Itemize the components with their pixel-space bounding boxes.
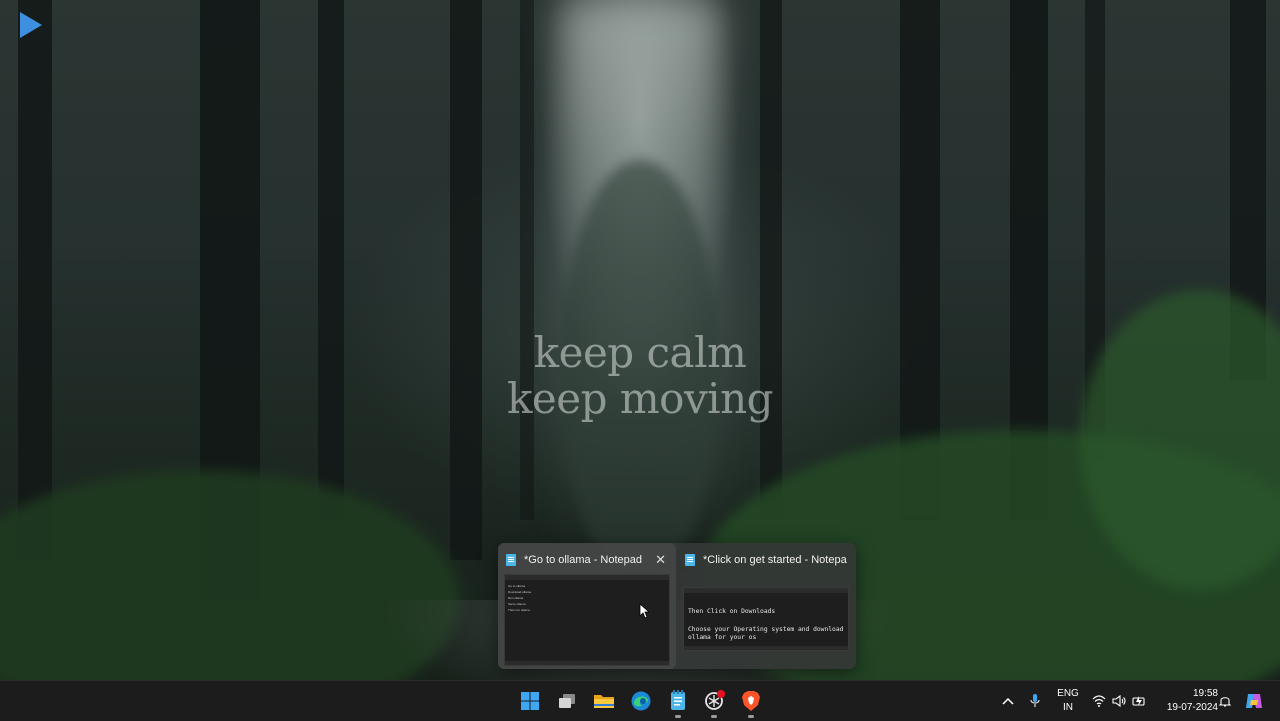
chatgpt-button[interactable] bbox=[700, 687, 728, 718]
quote-line-1: keep calm bbox=[533, 328, 747, 377]
taskbar-preview-popup: *Go to ollama - Notepad ✕ Go to ollama D… bbox=[498, 543, 856, 669]
close-icon[interactable]: ✕ bbox=[655, 552, 666, 568]
window-thumbnail: Go to ollama Download ollama Run ollama … bbox=[504, 574, 670, 666]
file-explorer-button[interactable] bbox=[590, 687, 618, 715]
task-view-button[interactable] bbox=[553, 687, 581, 715]
thumbnail-line: Then run ollama bbox=[508, 608, 530, 612]
wifi-icon bbox=[1092, 695, 1106, 707]
notification-bell-icon bbox=[1219, 696, 1231, 707]
task-view-icon bbox=[559, 694, 575, 708]
thumbnail-line: Then Click on Downloads bbox=[688, 608, 776, 615]
notepad-button[interactable] bbox=[664, 687, 692, 718]
quote-line-2: keep moving bbox=[506, 374, 774, 423]
thumbnail-line: Choose your Operating system and downloa… bbox=[688, 626, 844, 633]
tree-trunk bbox=[520, 0, 534, 520]
wallpaper-quote: keep calm keep moving bbox=[440, 330, 840, 422]
battery-charging-icon bbox=[1132, 696, 1145, 706]
tree-trunk bbox=[18, 0, 52, 560]
chevron-up-icon bbox=[1002, 697, 1014, 705]
show-hidden-icons-button[interactable] bbox=[1000, 681, 1016, 721]
preview-header: *Go to ollama - Notepad ✕ bbox=[506, 552, 668, 568]
thumbnail-tabbar bbox=[684, 588, 848, 593]
preview-title: *Click on get started - Notepad bbox=[703, 554, 847, 566]
notepad-icon bbox=[506, 554, 516, 566]
folder-icon bbox=[594, 695, 614, 708]
play-icon[interactable] bbox=[20, 12, 42, 38]
running-indicator bbox=[711, 715, 717, 718]
copilot-icon bbox=[1246, 694, 1262, 708]
preview-title: *Go to ollama - Notepad bbox=[524, 554, 643, 566]
openai-icon bbox=[705, 690, 725, 710]
edge-icon bbox=[631, 691, 651, 711]
quick-settings-button[interactable] bbox=[1090, 681, 1148, 721]
clock[interactable]: 19:58 19-07-2024 bbox=[1152, 687, 1218, 715]
clock-date: 19-07-2024 bbox=[1166, 702, 1218, 713]
thumbnail-statusbar bbox=[505, 661, 669, 665]
clock-time: 19:58 bbox=[1192, 688, 1218, 699]
language-region: IN bbox=[1063, 702, 1073, 713]
window-thumbnail: Then Click on Downloads Choose your Oper… bbox=[683, 587, 849, 651]
edge-button[interactable] bbox=[627, 687, 655, 715]
tree-trunk bbox=[760, 0, 782, 520]
taskbar: ENG IN 19:58 19-07-2024 bbox=[0, 680, 1280, 721]
notifications-button[interactable] bbox=[1218, 681, 1232, 721]
notepad-icon bbox=[685, 554, 695, 566]
thumbnail-tabbar bbox=[505, 575, 669, 580]
mouse-cursor-icon bbox=[639, 603, 649, 619]
notepad-icon bbox=[671, 690, 685, 710]
preview-header: *Click on get started - Notepad bbox=[685, 552, 847, 568]
windows-icon bbox=[521, 692, 539, 710]
window-preview-go-to-ollama[interactable]: *Go to ollama - Notepad ✕ Go to ollama D… bbox=[498, 543, 676, 669]
copilot-button[interactable] bbox=[1242, 681, 1266, 721]
language-code: ENG bbox=[1057, 688, 1079, 699]
brave-icon bbox=[742, 691, 760, 711]
start-button[interactable] bbox=[516, 687, 544, 715]
thumbnail-statusbar bbox=[684, 646, 848, 650]
microphone-icon bbox=[1030, 694, 1040, 707]
running-indicator bbox=[675, 715, 681, 718]
running-indicator bbox=[748, 715, 754, 718]
tree-trunk bbox=[318, 0, 344, 520]
microphone-button[interactable] bbox=[1026, 681, 1044, 721]
window-preview-click-on-get-started[interactable]: *Click on get started - Notepad Then Cli… bbox=[677, 543, 855, 669]
speaker-icon bbox=[1112, 695, 1126, 707]
language-indicator[interactable]: ENG IN bbox=[1054, 687, 1082, 715]
brave-button[interactable] bbox=[737, 687, 765, 718]
thumbnail-line: ollama for your os bbox=[688, 634, 757, 641]
tree-trunk bbox=[450, 0, 482, 560]
